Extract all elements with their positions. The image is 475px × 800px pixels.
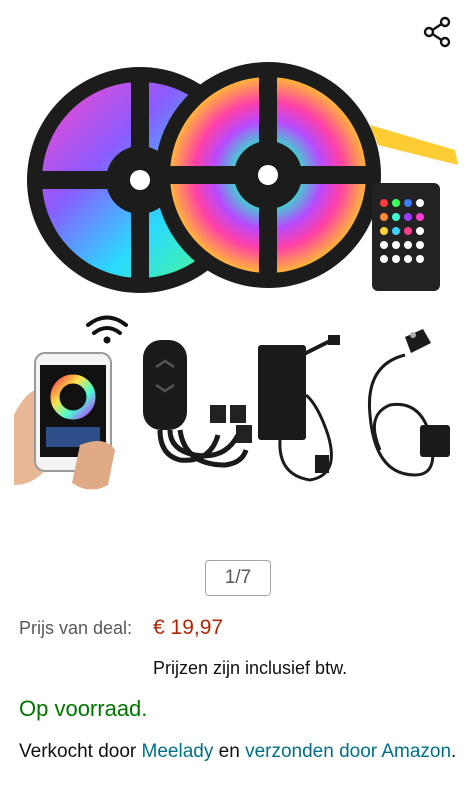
share-button[interactable] <box>423 16 453 48</box>
image-counter[interactable]: 1/7 <box>205 560 271 596</box>
seller-suffix: . <box>451 741 457 762</box>
tax-note: Prijzen zijn inclusief btw. <box>153 658 348 678</box>
seller-link[interactable]: Meelady <box>142 741 214 762</box>
seller-info: Verkocht door Meelady en verzonden door … <box>19 738 459 765</box>
price-row: Prijs van deal: € 19,97 <box>19 616 223 640</box>
deal-price-label: Prijs van deal: <box>19 618 133 638</box>
availability-status: Op voorraad. <box>19 696 148 721</box>
share-icon <box>423 16 451 48</box>
fulfilled-by-link[interactable]: verzonden door Amazon <box>245 741 451 762</box>
deal-price-value: € 19,97 <box>153 616 224 639</box>
seller-middle: en <box>213 741 246 762</box>
product-photo <box>14 62 458 490</box>
seller-prefix: Verkocht door <box>19 741 142 762</box>
image-counter-label: 1/7 <box>224 567 252 588</box>
product-image[interactable] <box>10 55 465 495</box>
